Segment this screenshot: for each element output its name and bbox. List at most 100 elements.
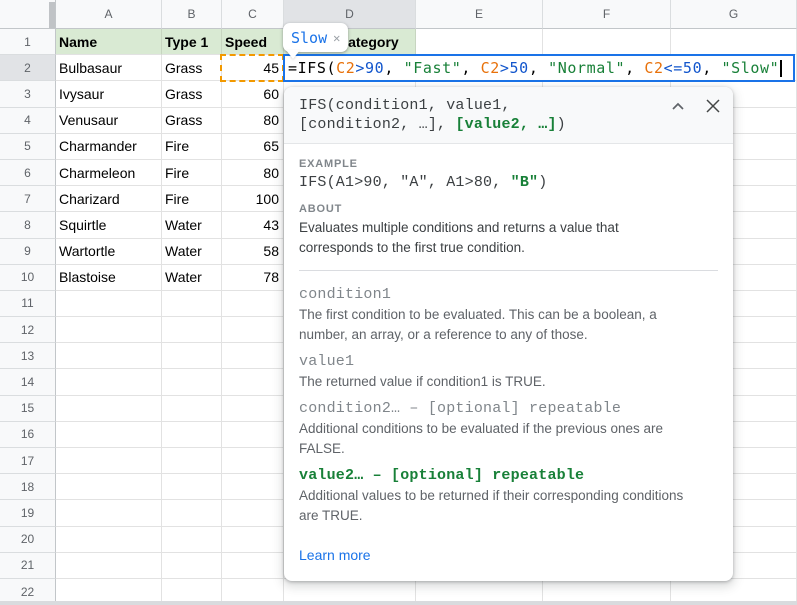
cell-C6[interactable]: 80 bbox=[222, 160, 284, 186]
cell-B20[interactable] bbox=[162, 527, 222, 553]
row-header-1[interactable]: 1 bbox=[0, 29, 56, 55]
cell-C2[interactable]: 45 bbox=[222, 55, 284, 81]
row-header-16[interactable]: 16 bbox=[0, 422, 56, 448]
column-header-F[interactable]: F bbox=[543, 0, 671, 29]
cell-B3[interactable]: Grass bbox=[162, 81, 222, 107]
row-header-5[interactable]: 5 bbox=[0, 134, 56, 160]
row-header-19[interactable]: 19 bbox=[0, 500, 56, 526]
close-icon[interactable] bbox=[705, 98, 721, 114]
cell-B4[interactable]: Grass bbox=[162, 108, 222, 134]
cell-B14[interactable] bbox=[162, 369, 222, 395]
cell-C12[interactable] bbox=[222, 317, 284, 343]
cell-A3[interactable]: Ivysaur bbox=[56, 81, 162, 107]
column-header-E[interactable]: E bbox=[416, 0, 543, 29]
cell-B10[interactable]: Water bbox=[162, 265, 222, 291]
cell-C5[interactable]: 65 bbox=[222, 134, 284, 160]
cell-A4[interactable]: Venusaur bbox=[56, 108, 162, 134]
cell-B1[interactable]: Type 1 bbox=[162, 29, 222, 55]
row-header-4[interactable]: 4 bbox=[0, 108, 56, 134]
cell-A16[interactable] bbox=[56, 422, 162, 448]
cell-B9[interactable]: Water bbox=[162, 239, 222, 265]
cell-C21[interactable] bbox=[222, 553, 284, 579]
cell-B8[interactable]: Water bbox=[162, 212, 222, 238]
cell-C14[interactable] bbox=[222, 369, 284, 395]
column-header-G[interactable]: G bbox=[671, 0, 797, 29]
cell-B19[interactable] bbox=[162, 500, 222, 526]
row-header-6[interactable]: 6 bbox=[0, 160, 56, 186]
column-header-A[interactable]: A bbox=[56, 0, 162, 29]
column-header-C[interactable]: C bbox=[222, 0, 284, 29]
cell-C1[interactable]: Speed bbox=[222, 29, 284, 55]
cell-C10[interactable]: 78 bbox=[222, 265, 284, 291]
cell-C19[interactable] bbox=[222, 500, 284, 526]
column-header-B[interactable]: B bbox=[162, 0, 222, 29]
cell-A9[interactable]: Wartortle bbox=[56, 239, 162, 265]
cell-C3[interactable]: 60 bbox=[222, 81, 284, 107]
cell-E1[interactable] bbox=[416, 29, 543, 55]
cell-A8[interactable]: Squirtle bbox=[56, 212, 162, 238]
row-header-14[interactable]: 14 bbox=[0, 369, 56, 395]
cell-A18[interactable] bbox=[56, 474, 162, 500]
row-header-11[interactable]: 11 bbox=[0, 291, 56, 317]
cell-formula-editor[interactable]: =IFS(C2>90, "Fast", C2>50, "Normal", C2<… bbox=[283, 54, 795, 82]
chip-close-icon[interactable]: ✕ bbox=[333, 32, 340, 44]
cell-B17[interactable] bbox=[162, 448, 222, 474]
cell-C4[interactable]: 80 bbox=[222, 108, 284, 134]
cell-B12[interactable] bbox=[162, 317, 222, 343]
cell-B7[interactable]: Fire bbox=[162, 186, 222, 212]
cell-A14[interactable] bbox=[56, 369, 162, 395]
learn-more-link[interactable]: Learn more bbox=[299, 547, 371, 563]
row-header-15[interactable]: 15 bbox=[0, 396, 56, 422]
cell-A19[interactable] bbox=[56, 500, 162, 526]
cell-G1[interactable] bbox=[671, 29, 797, 55]
cell-B2[interactable]: Grass bbox=[162, 55, 222, 81]
cell-A12[interactable] bbox=[56, 317, 162, 343]
cell-A1[interactable]: Name bbox=[56, 29, 162, 55]
cell-A20[interactable] bbox=[56, 527, 162, 553]
cell-C17[interactable] bbox=[222, 448, 284, 474]
cell-A5[interactable]: Charmander bbox=[56, 134, 162, 160]
row-header-10[interactable]: 10 bbox=[0, 265, 56, 291]
cell-B5[interactable]: Fire bbox=[162, 134, 222, 160]
row-header-9[interactable]: 9 bbox=[0, 239, 56, 265]
cell-A7[interactable]: Charizard bbox=[56, 186, 162, 212]
row-header-20[interactable]: 20 bbox=[0, 527, 56, 553]
cell-C18[interactable] bbox=[222, 474, 284, 500]
cell-A11[interactable] bbox=[56, 291, 162, 317]
bottom-scroll-strip[interactable] bbox=[0, 601, 797, 605]
cell-A21[interactable] bbox=[56, 553, 162, 579]
cell-A10[interactable]: Blastoise bbox=[56, 265, 162, 291]
cell-A6[interactable]: Charmeleon bbox=[56, 160, 162, 186]
cell-B6[interactable]: Fire bbox=[162, 160, 222, 186]
cell-C20[interactable] bbox=[222, 527, 284, 553]
row-header-3[interactable]: 3 bbox=[0, 81, 56, 107]
row-header-12[interactable]: 12 bbox=[0, 317, 56, 343]
cell-C9[interactable]: 58 bbox=[222, 239, 284, 265]
cell-B16[interactable] bbox=[162, 422, 222, 448]
cell-A13[interactable] bbox=[56, 343, 162, 369]
cell-B18[interactable] bbox=[162, 474, 222, 500]
chevron-up-icon[interactable] bbox=[671, 102, 685, 111]
row-header-18[interactable]: 18 bbox=[0, 474, 56, 500]
cell-C13[interactable] bbox=[222, 343, 284, 369]
row-header-8[interactable]: 8 bbox=[0, 212, 56, 238]
cell-C15[interactable] bbox=[222, 396, 284, 422]
cell-C8[interactable]: 43 bbox=[222, 212, 284, 238]
cell-F1[interactable] bbox=[543, 29, 671, 55]
cell-A17[interactable] bbox=[56, 448, 162, 474]
cell-B15[interactable] bbox=[162, 396, 222, 422]
cell-B21[interactable] bbox=[162, 553, 222, 579]
cell-A2[interactable]: Bulbasaur bbox=[56, 55, 162, 81]
row-header-17[interactable]: 17 bbox=[0, 448, 56, 474]
row-header-7[interactable]: 7 bbox=[0, 186, 56, 212]
cell-B13[interactable] bbox=[162, 343, 222, 369]
cell-A15[interactable] bbox=[56, 396, 162, 422]
row-header-2[interactable]: 2 bbox=[0, 55, 56, 81]
row-header-21[interactable]: 21 bbox=[0, 553, 56, 579]
row-header-13[interactable]: 13 bbox=[0, 343, 56, 369]
cell-C7[interactable]: 100 bbox=[222, 186, 284, 212]
select-all-corner[interactable] bbox=[0, 0, 56, 29]
cell-C16[interactable] bbox=[222, 422, 284, 448]
cell-C11[interactable] bbox=[222, 291, 284, 317]
cell-B11[interactable] bbox=[162, 291, 222, 317]
